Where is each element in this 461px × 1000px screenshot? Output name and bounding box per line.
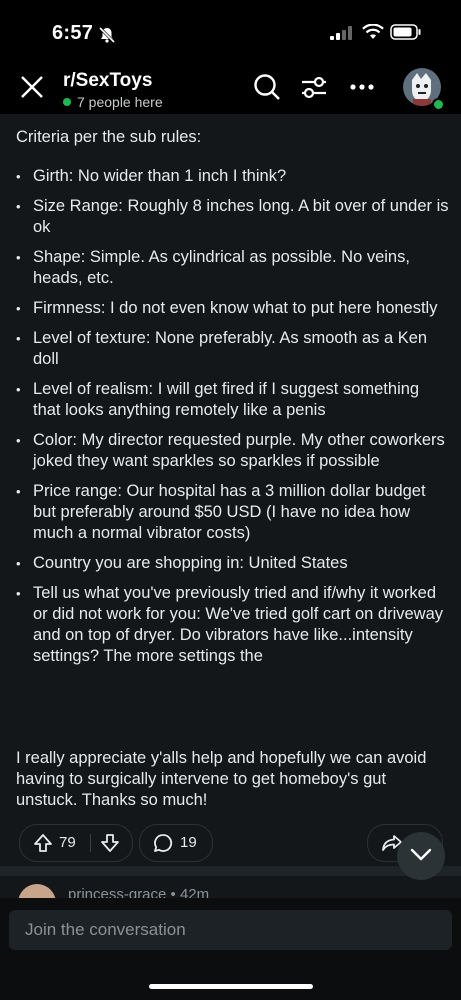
comment-input[interactable]: Join the conversation	[9, 910, 452, 950]
online-dot-icon	[63, 98, 71, 106]
list-item: Tell us what you've previously tried and…	[14, 583, 450, 667]
upvote-icon[interactable]	[33, 833, 53, 858]
subreddit-title[interactable]: r/SexToys	[63, 70, 152, 92]
wifi-icon	[362, 23, 384, 45]
avatar-online-icon	[432, 98, 445, 111]
battery-icon	[390, 24, 422, 45]
vote-score: 79	[59, 834, 76, 851]
home-indicator[interactable]	[149, 984, 313, 989]
downvote-icon[interactable]	[100, 833, 120, 858]
subreddit-header: r/SexToys 7 people here	[0, 62, 461, 114]
list-item: Level of texture: None preferably. As sm…	[14, 328, 450, 370]
vote-control: 79	[19, 824, 133, 862]
list-item: Shape: Simple. As cylindrical as possibl…	[14, 247, 450, 289]
scroll-down-button[interactable]	[397, 832, 445, 880]
vote-divider	[90, 834, 91, 852]
list-item: Girth: No wider than 1 inch I think?	[14, 166, 450, 187]
criteria-list: Girth: No wider than 1 inch I think? Siz…	[14, 166, 450, 676]
section-divider	[0, 866, 461, 876]
online-count-label: 7 people here	[77, 94, 163, 110]
more-options-icon[interactable]	[348, 73, 376, 106]
comment-input-placeholder: Join the conversation	[25, 920, 186, 939]
post-outro: I really appreciate y'alls help and hope…	[16, 749, 427, 809]
list-item: Firmness: I do not even know what to put…	[14, 298, 450, 319]
search-icon[interactable]	[253, 73, 281, 106]
list-item: Country you are shopping in: United Stat…	[14, 553, 450, 574]
post-body: Criteria per the sub rules: Girth: No wi…	[0, 114, 461, 866]
list-item: Price range: Our hospital has a 3 millio…	[14, 481, 450, 544]
status-time: 6:57	[52, 22, 94, 44]
status-bar: 6:57	[0, 0, 461, 62]
comments-button[interactable]: 19	[139, 824, 213, 862]
filter-icon[interactable]	[300, 73, 328, 106]
close-icon[interactable]	[19, 74, 45, 105]
post-intro: Criteria per the sub rules:	[16, 128, 202, 146]
online-count: 7 people here	[63, 94, 163, 110]
list-item: Level of realism: I will get fired if I …	[14, 379, 450, 421]
comment-bubble-icon	[153, 833, 173, 858]
muted-bell-icon	[98, 26, 116, 49]
list-item: Color: My director requested purple. My …	[14, 430, 450, 472]
cellular-signal-icon	[330, 26, 352, 45]
comment-count: 19	[180, 834, 197, 851]
list-item: Size Range: Roughly 8 inches long. A bit…	[14, 196, 450, 238]
post-actions: 79 19	[0, 824, 461, 864]
